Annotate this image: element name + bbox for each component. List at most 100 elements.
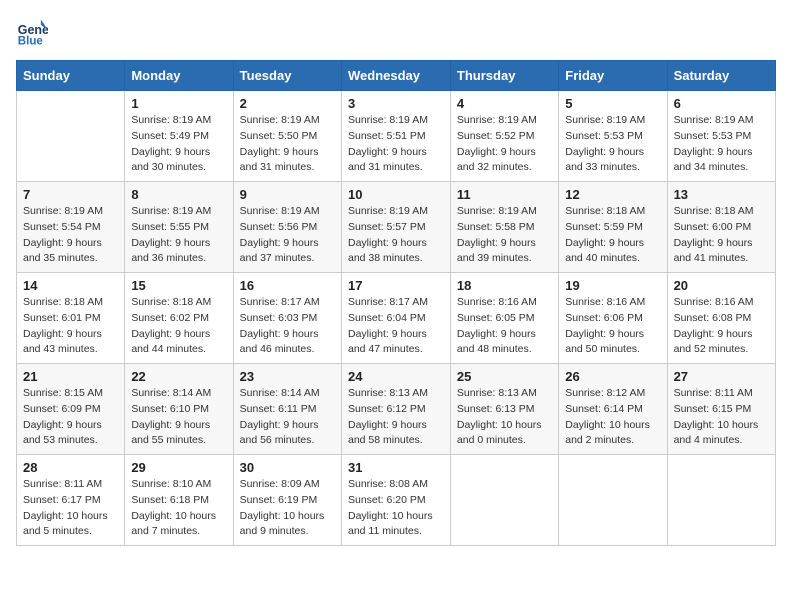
week-row-1: 1 Sunrise: 8:19 AM Sunset: 5:49 PM Dayli… (17, 91, 776, 182)
day-cell: 20 Sunrise: 8:16 AM Sunset: 6:08 PM Dayl… (667, 273, 775, 364)
week-row-3: 14 Sunrise: 8:18 AM Sunset: 6:01 PM Dayl… (17, 273, 776, 364)
day-number: 13 (674, 187, 769, 202)
day-detail: Sunrise: 8:10 AM Sunset: 6:18 PM Dayligh… (131, 477, 226, 540)
day-cell: 8 Sunrise: 8:19 AM Sunset: 5:55 PM Dayli… (125, 182, 233, 273)
day-detail: Sunrise: 8:19 AM Sunset: 5:52 PM Dayligh… (457, 113, 552, 176)
day-number: 3 (348, 96, 444, 111)
day-number: 4 (457, 96, 552, 111)
day-detail: Sunrise: 8:18 AM Sunset: 6:01 PM Dayligh… (23, 295, 118, 358)
day-detail: Sunrise: 8:19 AM Sunset: 5:50 PM Dayligh… (240, 113, 335, 176)
day-number: 18 (457, 278, 552, 293)
day-detail: Sunrise: 8:11 AM Sunset: 6:15 PM Dayligh… (674, 386, 769, 449)
day-number: 15 (131, 278, 226, 293)
day-cell: 10 Sunrise: 8:19 AM Sunset: 5:57 PM Dayl… (341, 182, 450, 273)
day-cell: 27 Sunrise: 8:11 AM Sunset: 6:15 PM Dayl… (667, 364, 775, 455)
day-number: 23 (240, 369, 335, 384)
week-row-4: 21 Sunrise: 8:15 AM Sunset: 6:09 PM Dayl… (17, 364, 776, 455)
day-cell: 18 Sunrise: 8:16 AM Sunset: 6:05 PM Dayl… (450, 273, 558, 364)
day-cell (667, 455, 775, 546)
day-detail: Sunrise: 8:18 AM Sunset: 5:59 PM Dayligh… (565, 204, 660, 267)
day-detail: Sunrise: 8:14 AM Sunset: 6:11 PM Dayligh… (240, 386, 335, 449)
day-number: 25 (457, 369, 552, 384)
day-cell: 12 Sunrise: 8:18 AM Sunset: 5:59 PM Dayl… (559, 182, 667, 273)
day-number: 19 (565, 278, 660, 293)
day-detail: Sunrise: 8:12 AM Sunset: 6:14 PM Dayligh… (565, 386, 660, 449)
col-header-friday: Friday (559, 61, 667, 91)
day-detail: Sunrise: 8:09 AM Sunset: 6:19 PM Dayligh… (240, 477, 335, 540)
day-detail: Sunrise: 8:19 AM Sunset: 5:54 PM Dayligh… (23, 204, 118, 267)
day-number: 9 (240, 187, 335, 202)
day-number: 1 (131, 96, 226, 111)
day-detail: Sunrise: 8:16 AM Sunset: 6:06 PM Dayligh… (565, 295, 660, 358)
day-detail: Sunrise: 8:11 AM Sunset: 6:17 PM Dayligh… (23, 477, 118, 540)
day-detail: Sunrise: 8:19 AM Sunset: 5:49 PM Dayligh… (131, 113, 226, 176)
day-number: 22 (131, 369, 226, 384)
day-cell (559, 455, 667, 546)
day-cell: 29 Sunrise: 8:10 AM Sunset: 6:18 PM Dayl… (125, 455, 233, 546)
day-detail: Sunrise: 8:17 AM Sunset: 6:03 PM Dayligh… (240, 295, 335, 358)
day-cell: 21 Sunrise: 8:15 AM Sunset: 6:09 PM Dayl… (17, 364, 125, 455)
day-cell: 14 Sunrise: 8:18 AM Sunset: 6:01 PM Dayl… (17, 273, 125, 364)
logo-icon: General Blue (16, 16, 48, 48)
day-cell: 28 Sunrise: 8:11 AM Sunset: 6:17 PM Dayl… (17, 455, 125, 546)
col-header-monday: Monday (125, 61, 233, 91)
col-header-sunday: Sunday (17, 61, 125, 91)
day-number: 30 (240, 460, 335, 475)
day-detail: Sunrise: 8:16 AM Sunset: 6:08 PM Dayligh… (674, 295, 769, 358)
day-detail: Sunrise: 8:19 AM Sunset: 5:58 PM Dayligh… (457, 204, 552, 267)
day-detail: Sunrise: 8:19 AM Sunset: 5:55 PM Dayligh… (131, 204, 226, 267)
day-number: 5 (565, 96, 660, 111)
day-cell: 2 Sunrise: 8:19 AM Sunset: 5:50 PM Dayli… (233, 91, 341, 182)
day-number: 14 (23, 278, 118, 293)
col-header-tuesday: Tuesday (233, 61, 341, 91)
calendar-table: SundayMondayTuesdayWednesdayThursdayFrid… (16, 60, 776, 546)
day-number: 11 (457, 187, 552, 202)
week-row-2: 7 Sunrise: 8:19 AM Sunset: 5:54 PM Dayli… (17, 182, 776, 273)
day-cell: 30 Sunrise: 8:09 AM Sunset: 6:19 PM Dayl… (233, 455, 341, 546)
day-cell: 4 Sunrise: 8:19 AM Sunset: 5:52 PM Dayli… (450, 91, 558, 182)
day-number: 8 (131, 187, 226, 202)
logo: General Blue (16, 16, 48, 48)
day-number: 16 (240, 278, 335, 293)
day-number: 12 (565, 187, 660, 202)
day-number: 6 (674, 96, 769, 111)
day-number: 29 (131, 460, 226, 475)
day-detail: Sunrise: 8:18 AM Sunset: 6:02 PM Dayligh… (131, 295, 226, 358)
day-detail: Sunrise: 8:13 AM Sunset: 6:13 PM Dayligh… (457, 386, 552, 449)
day-detail: Sunrise: 8:17 AM Sunset: 6:04 PM Dayligh… (348, 295, 444, 358)
day-cell: 25 Sunrise: 8:13 AM Sunset: 6:13 PM Dayl… (450, 364, 558, 455)
day-number: 10 (348, 187, 444, 202)
day-cell: 23 Sunrise: 8:14 AM Sunset: 6:11 PM Dayl… (233, 364, 341, 455)
day-detail: Sunrise: 8:19 AM Sunset: 5:53 PM Dayligh… (565, 113, 660, 176)
day-number: 27 (674, 369, 769, 384)
day-number: 7 (23, 187, 118, 202)
col-header-saturday: Saturday (667, 61, 775, 91)
day-detail: Sunrise: 8:08 AM Sunset: 6:20 PM Dayligh… (348, 477, 444, 540)
day-cell: 19 Sunrise: 8:16 AM Sunset: 6:06 PM Dayl… (559, 273, 667, 364)
col-header-thursday: Thursday (450, 61, 558, 91)
day-detail: Sunrise: 8:19 AM Sunset: 5:56 PM Dayligh… (240, 204, 335, 267)
day-cell: 15 Sunrise: 8:18 AM Sunset: 6:02 PM Dayl… (125, 273, 233, 364)
day-cell: 13 Sunrise: 8:18 AM Sunset: 6:00 PM Dayl… (667, 182, 775, 273)
day-cell: 1 Sunrise: 8:19 AM Sunset: 5:49 PM Dayli… (125, 91, 233, 182)
day-cell: 24 Sunrise: 8:13 AM Sunset: 6:12 PM Dayl… (341, 364, 450, 455)
day-number: 26 (565, 369, 660, 384)
day-cell: 16 Sunrise: 8:17 AM Sunset: 6:03 PM Dayl… (233, 273, 341, 364)
col-header-wednesday: Wednesday (341, 61, 450, 91)
week-row-5: 28 Sunrise: 8:11 AM Sunset: 6:17 PM Dayl… (17, 455, 776, 546)
day-cell: 6 Sunrise: 8:19 AM Sunset: 5:53 PM Dayli… (667, 91, 775, 182)
page-header: General Blue (16, 16, 776, 48)
day-cell: 31 Sunrise: 8:08 AM Sunset: 6:20 PM Dayl… (341, 455, 450, 546)
day-cell (17, 91, 125, 182)
day-detail: Sunrise: 8:19 AM Sunset: 5:53 PM Dayligh… (674, 113, 769, 176)
day-cell: 22 Sunrise: 8:14 AM Sunset: 6:10 PM Dayl… (125, 364, 233, 455)
day-cell: 5 Sunrise: 8:19 AM Sunset: 5:53 PM Dayli… (559, 91, 667, 182)
day-number: 17 (348, 278, 444, 293)
day-detail: Sunrise: 8:19 AM Sunset: 5:51 PM Dayligh… (348, 113, 444, 176)
day-number: 2 (240, 96, 335, 111)
day-cell: 26 Sunrise: 8:12 AM Sunset: 6:14 PM Dayl… (559, 364, 667, 455)
svg-text:Blue: Blue (18, 35, 44, 47)
day-cell: 9 Sunrise: 8:19 AM Sunset: 5:56 PM Dayli… (233, 182, 341, 273)
day-number: 20 (674, 278, 769, 293)
day-number: 28 (23, 460, 118, 475)
